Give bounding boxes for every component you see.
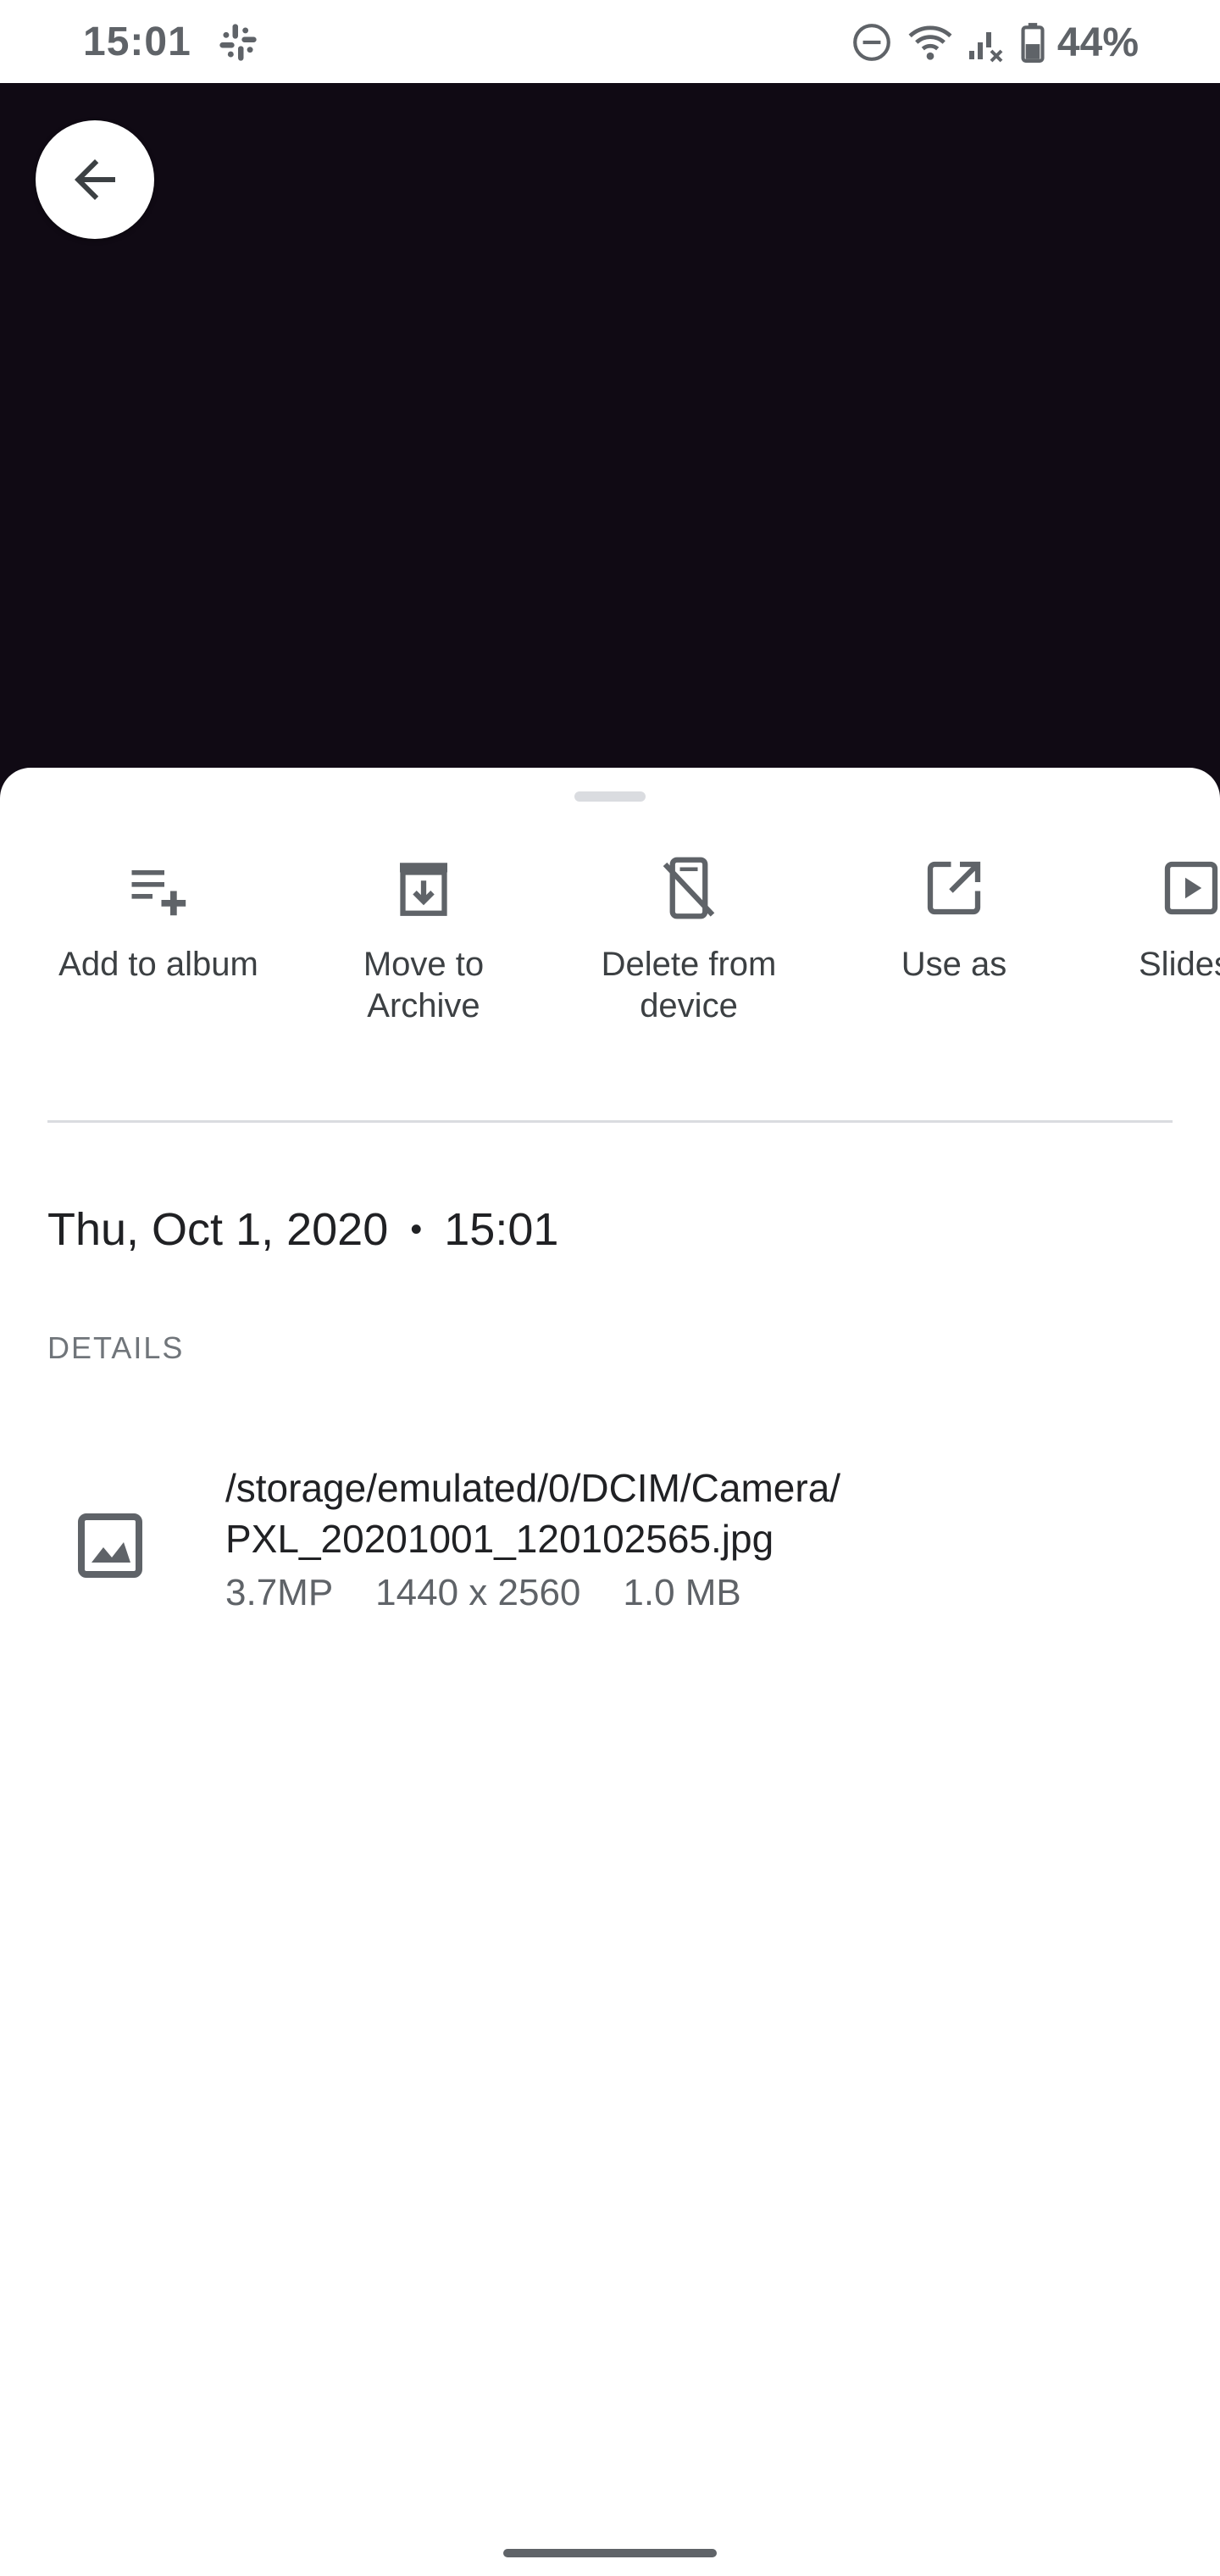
signal-icon <box>968 32 1003 63</box>
details-heading: DETAILS <box>47 1330 185 1365</box>
move-to-archive-label: Move to Archive <box>363 946 485 1024</box>
file-text: /storage/emulated/0/DCIM/Camera/ PXL_202… <box>225 1463 1174 1618</box>
delete-from-device-label: Delete from device <box>601 946 777 1024</box>
battery-percent: 44% <box>1056 19 1139 65</box>
move-to-archive-button[interactable]: Move to Archive <box>301 852 546 1056</box>
date-separator: • <box>410 1210 423 1248</box>
archive-icon <box>400 863 447 916</box>
delete-from-device-button[interactable]: Delete from device <box>566 852 812 1056</box>
file-path: /storage/emulated/0/DCIM/Camera/ PXL_202… <box>225 1466 841 1561</box>
photo-info-screen: 15:01 44% Add to album Move to Archive D… <box>0 0 1220 2576</box>
action-row: Add to album Move to Archive Delete from… <box>0 852 1220 1056</box>
slack-icon <box>219 24 257 61</box>
slideshow-label: Slides <box>1139 946 1220 983</box>
photo-view[interactable] <box>0 83 1220 812</box>
file-meta: 3.7MP 1440 x 2560 1.0 MB <box>225 1568 1174 1618</box>
playlist-add-icon <box>131 870 186 916</box>
wifi-icon <box>908 25 952 60</box>
slideshow-button[interactable]: Slides <box>1096 852 1220 1056</box>
status-bar: 15:01 44% <box>0 0 1220 83</box>
date-time: Thu, Oct 1, 2020 • 15:01 <box>47 1200 558 1259</box>
image-icon <box>78 1513 142 1578</box>
file-details-row: /storage/emulated/0/DCIM/Camera/ PXL_202… <box>0 1463 1220 1632</box>
do-not-disturb-icon <box>853 24 890 61</box>
battery-icon <box>1021 23 1045 63</box>
section-divider <box>47 1120 1173 1123</box>
open-in-new-icon <box>927 861 981 915</box>
file-resolution: 1440 x 2560 <box>375 1572 581 1613</box>
status-icons: 44% <box>851 15 1139 69</box>
back-button[interactable] <box>36 120 154 239</box>
use-as-button[interactable]: Use as <box>831 852 1077 1056</box>
delete-from-device-icon <box>663 857 715 919</box>
info-bottom-sheet: Add to album Move to Archive Delete from… <box>0 768 1220 2576</box>
file-size: 1.0 MB <box>623 1572 741 1613</box>
add-to-album-button[interactable]: Add to album <box>36 852 281 1056</box>
arrow-back-icon <box>75 159 115 200</box>
gesture-nav-handle[interactable] <box>503 2549 717 2557</box>
time-text: 15:01 <box>444 1204 559 1255</box>
drag-handle[interactable] <box>574 791 646 802</box>
use-as-label: Use as <box>901 946 1007 983</box>
status-time: 15:01 <box>83 19 191 64</box>
date-text: Thu, Oct 1, 2020 <box>47 1204 389 1255</box>
add-to-album-label: Add to album <box>58 946 258 983</box>
slideshow-icon <box>1164 861 1218 915</box>
file-megapixels: 3.7MP <box>225 1572 334 1613</box>
